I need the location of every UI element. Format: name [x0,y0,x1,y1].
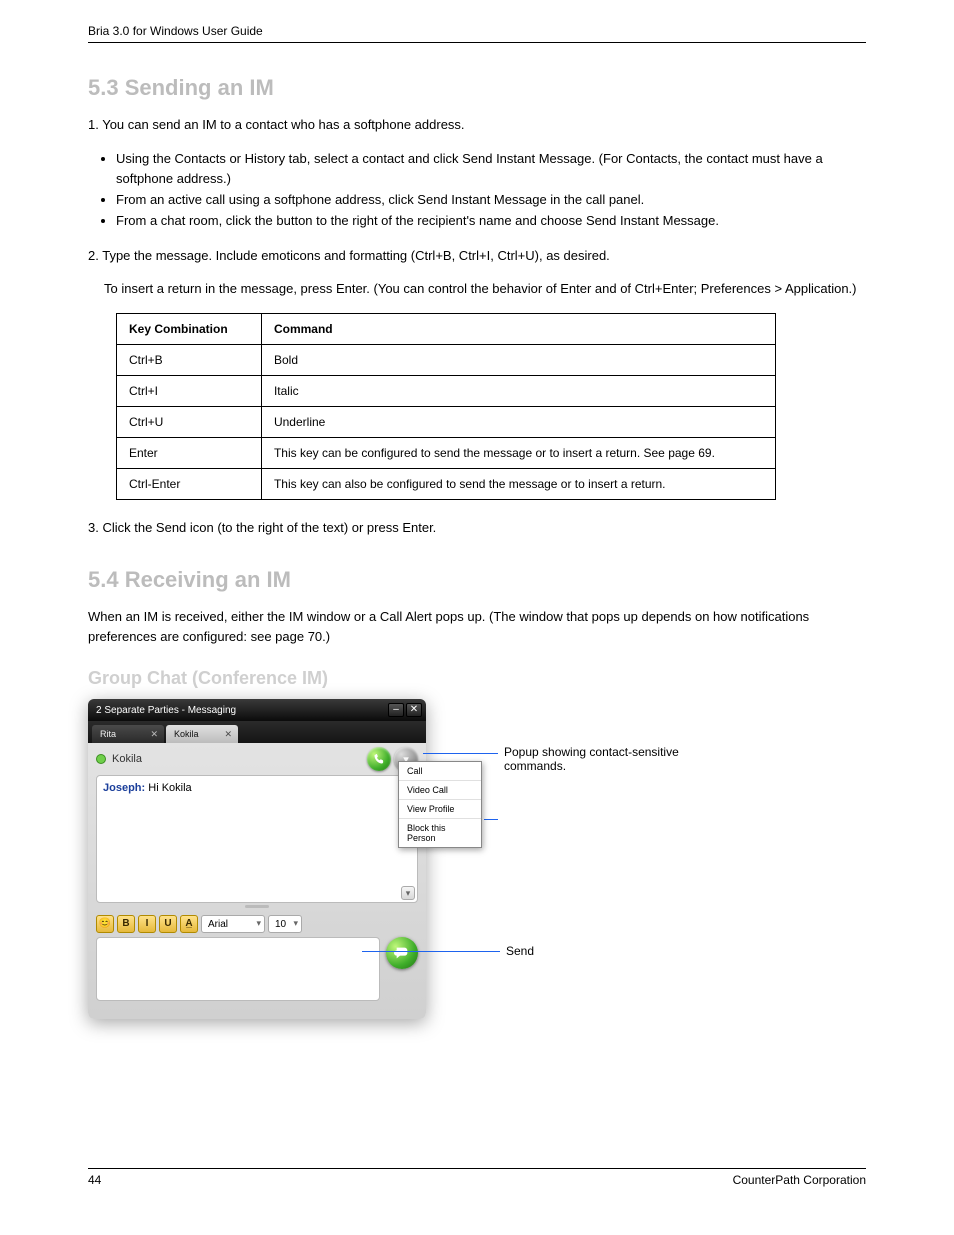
s1-bullet-3: From a chat room, click the button to th… [116,211,866,232]
ctx-video-call[interactable]: Video Call [399,781,481,800]
minimize-button[interactable]: – [388,703,404,717]
chat-text: Hi Kokila [148,782,191,794]
group-chat-heading: Group Chat (Conference IM) [88,668,866,689]
contact-bar: Kokila ▾ [88,743,426,775]
s1-bullets: Using the Contacts or History tab, selec… [116,149,866,232]
km-c1: Italic [261,375,775,406]
keymap-h2: Command [261,313,775,344]
font-family-select[interactable]: Arial [201,915,265,933]
tab-kokila-close-icon[interactable]: ✕ [222,729,234,740]
emoticon-button[interactable]: 😊 [96,915,114,933]
km-c0: Bold [261,344,775,375]
callout-b: Send [506,944,534,958]
s1-bullet-1: Using the Contacts or History tab, selec… [116,149,866,191]
close-button[interactable]: ✕ [406,703,422,717]
page-header: Bria 3.0 for Windows User Guide [88,24,866,43]
footer-left: 44 [88,1173,101,1187]
s1-keymap-title: 2. Type the message. Include emoticons a… [88,246,866,266]
tabstrip: Rita ✕ Kokila ✕ [88,721,426,743]
callout-line-a2 [484,819,498,820]
context-menu: Call Video Call View Profile Block this … [398,761,482,848]
page-footer: 44 CounterPath Corporation [88,1168,866,1187]
splitter-handle[interactable] [245,905,269,908]
callout-a: Popup showing contact-sensitive commands… [504,745,714,773]
ctx-block[interactable]: Block this Person [399,819,481,847]
header-left: Bria 3.0 for Windows User Guide [88,24,263,38]
messaging-figure: 2 Separate Parties - Messaging – ✕ Rita … [88,699,908,1039]
format-toolbar: 😊 B I U A̲ Arial 10 [88,909,426,937]
km-k2: Ctrl+U [117,406,262,437]
window-title: 2 Separate Parties - Messaging [96,705,236,716]
underline-button[interactable]: U [159,915,177,933]
keymap-h1: Key Combination [117,313,262,344]
footer-right: CounterPath Corporation [733,1173,866,1187]
chat-area: Joseph: Hi Kokila ▾ [96,775,418,903]
section-heading-54: 5.4 Receiving an IM [88,567,866,593]
call-button[interactable] [367,747,391,771]
km-c3: This key can be configured to send the m… [261,437,775,468]
tab-kokila[interactable]: Kokila ✕ [166,725,238,743]
messaging-window: 2 Separate Parties - Messaging – ✕ Rita … [88,699,426,1019]
scroll-down-icon[interactable]: ▾ [401,886,415,900]
km-c4: This key can also be configured to send … [261,468,775,499]
km-c2: Underline [261,406,775,437]
km-k4: Ctrl-Enter [117,468,262,499]
s1-send: 3. Click the Send icon (to the right of … [88,518,866,538]
bold-button[interactable]: B [117,915,135,933]
callout-line-a1 [423,753,498,754]
fontcolor-button[interactable]: A̲ [180,915,198,933]
keymap-table: Key Combination Command Ctrl+BBold Ctrl+… [116,313,776,500]
s1-keymap-note: To insert a return in the message, press… [104,279,866,299]
tab-rita-label: Rita [100,729,116,739]
section-heading-53: 5.3 Sending an IM [88,75,866,101]
callout-line-b [362,951,500,952]
tab-kokila-label: Kokila [174,729,199,739]
compose-input[interactable] [96,937,380,1001]
ctx-view-profile[interactable]: View Profile [399,800,481,819]
send-button[interactable] [386,937,418,969]
titlebar[interactable]: 2 Separate Parties - Messaging – ✕ [88,699,426,721]
italic-button[interactable]: I [138,915,156,933]
tab-rita[interactable]: Rita ✕ [92,725,164,743]
s1-intro: 1. You can send an IM to a contact who h… [88,115,866,135]
font-size-select[interactable]: 10 [268,915,302,933]
tab-rita-close-icon[interactable]: ✕ [148,729,160,740]
s1-bullet-2: From an active call using a softphone ad… [116,190,866,211]
chat-sender: Joseph: [103,782,145,794]
presence-icon [96,754,106,764]
km-k0: Ctrl+B [117,344,262,375]
km-k1: Ctrl+I [117,375,262,406]
s2-para: When an IM is received, either the IM wi… [88,607,866,646]
composer [96,937,418,1001]
contact-name: Kokila [112,753,142,765]
ctx-call[interactable]: Call [399,762,481,781]
km-k3: Enter [117,437,262,468]
